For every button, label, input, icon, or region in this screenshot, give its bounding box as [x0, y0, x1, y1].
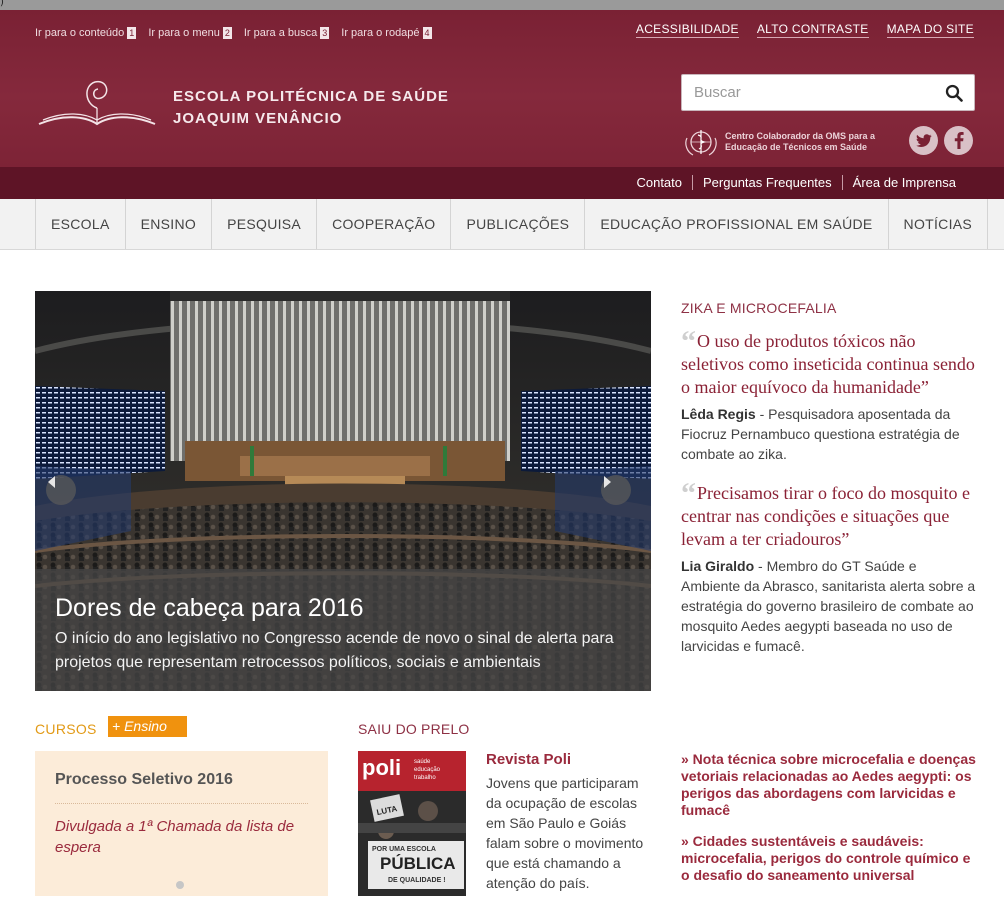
secondary-bar: Contato Perguntas Frequentes Área de Imp…	[0, 167, 1004, 199]
open-book-logo-icon	[38, 80, 156, 126]
quote-text[interactable]: “Precisamos tirar o foco do mosquito e c…	[681, 479, 976, 551]
main-navigation: ESCOLA ENSINO PESQUISA COOPERAÇÃO PUBLIC…	[0, 199, 1004, 250]
utility-links: ACESSIBILIDADE ALTO CONTRASTE MAPA DO SI…	[635, 22, 974, 38]
carousel-dot[interactable]	[176, 881, 184, 889]
who-line1: Centro Colaborador da OMS para a	[725, 131, 876, 141]
revista-poli-teaser: Revista Poli Jovens que participaram da …	[486, 751, 656, 893]
section-label-cursos: CURSOS	[35, 721, 97, 737]
facebook-button[interactable]	[944, 126, 973, 155]
quote-body: O uso de produtos tóxicos não seletivos …	[681, 331, 975, 397]
facebook-icon	[954, 132, 964, 149]
nav-item-publicacoes[interactable]: PUBLICAÇÕES	[451, 199, 586, 249]
search-icon	[945, 84, 963, 102]
contact-link[interactable]: Contato	[626, 175, 692, 190]
nav-item-cooperacao[interactable]: COOPERAÇÃO	[317, 199, 452, 249]
faq-link[interactable]: Perguntas Frequentes	[692, 175, 842, 190]
strip-glyph: )	[0, 0, 4, 8]
press-area-link[interactable]: Área de Imprensa	[841, 175, 966, 190]
quote-text[interactable]: “O uso de produtos tóxicos não seletivos…	[681, 327, 976, 399]
search-button[interactable]	[934, 75, 974, 110]
section-label-prelo: SAIU DO PRELO	[358, 721, 470, 737]
browser-top-strip: )	[0, 0, 1004, 10]
cover-side3: trabalho	[414, 775, 436, 781]
chevron-left-icon	[48, 476, 55, 488]
accesskey-badge: 3	[320, 27, 330, 39]
school-logo[interactable]	[35, 78, 159, 130]
cover-banner-line1: POR UMA ESCOLA	[372, 846, 436, 853]
who-collaborating-centre[interactable]: Centro Colaborador da OMS para a Educaçã…	[683, 126, 875, 158]
nav-item-escola[interactable]: ESCOLA	[35, 199, 126, 249]
skip-link-label: Ir para o menu	[148, 27, 220, 39]
slide-caption[interactable]: Dores de cabeça para 2016 O início do an…	[35, 569, 651, 691]
search-input[interactable]	[682, 75, 934, 110]
nav-item-noticias[interactable]: NOTÍCIAS	[889, 199, 989, 249]
nav-item-ensino[interactable]: ENSINO	[126, 199, 213, 249]
featured-slider[interactable]: Dores de cabeça para 2016 O início do an…	[35, 291, 651, 691]
quote-author: Lia Giraldo	[681, 558, 755, 574]
revista-poli-cover[interactable]: poli saúde educação trabalho LUTA POR UM…	[358, 751, 466, 896]
high-contrast-link[interactable]: ALTO CONTRASTE	[756, 22, 869, 38]
site-name-line2: JOAQUIM VENÂNCIO	[173, 110, 343, 127]
cover-brand: poli	[362, 755, 401, 780]
social-links	[909, 126, 973, 155]
slider-prev-button[interactable]	[46, 475, 76, 505]
skip-link-label: Ir para a busca	[243, 27, 318, 39]
section-label-zika[interactable]: ZIKA E MICROCEFALIA	[681, 300, 976, 316]
skip-link-content[interactable]: Ir para o conteúdo 1	[35, 27, 137, 39]
revista-text: Jovens que participaram da ocupação de e…	[486, 775, 644, 891]
revista-title[interactable]: Revista Poli	[486, 751, 656, 768]
cover-banner-line2: PÚBLICA	[380, 854, 456, 873]
sitemap-link[interactable]: MAPA DO SITE	[886, 22, 974, 38]
skip-link-label: Ir para o rodapé	[341, 27, 420, 39]
zika-section: ZIKA E MICROCEFALIA “O uso de produtos t…	[681, 300, 976, 674]
search-box	[681, 74, 975, 111]
course-title[interactable]: Processo Seletivo 2016	[55, 771, 308, 804]
skip-link-menu[interactable]: Ir para o menu 2	[148, 27, 232, 39]
skip-links: Ir para o conteúdo 1 Ir para o menu 2 Ir p…	[35, 27, 444, 39]
nav-item-educacao-profissional[interactable]: EDUCAÇÃO PROFISSIONAL EM SAÚDE	[585, 199, 889, 249]
accesskey-badge: 1	[127, 27, 137, 39]
magazine-cover-image: poli saúde educação trabalho LUTA POR UM…	[358, 751, 466, 896]
site-name[interactable]: ESCOLA POLITÉCNICA DE SAÚDE JOAQUIM VENÂ…	[173, 86, 449, 130]
twitter-button[interactable]	[909, 126, 938, 155]
news-links: » Nota técnica sobre microcefalia e doen…	[681, 751, 976, 898]
courses-box: Processo Seletivo 2016 Divulgada a 1ª Ch…	[35, 751, 328, 896]
slider-next-button[interactable]	[601, 475, 631, 505]
secondary-links: Contato Perguntas Frequentes Área de Imp…	[626, 175, 966, 190]
accesskey-badge: 2	[222, 27, 232, 39]
more-ensino-button[interactable]: + Ensino	[108, 716, 187, 737]
who-line2: Educação de Técnicos em Saúde	[725, 142, 868, 152]
accessibility-link[interactable]: ACESSIBILIDADE	[635, 22, 739, 38]
slide-text: O início do ano legislativo no Congresso…	[55, 630, 614, 671]
course-link[interactable]: Divulgada a 1ª Chamada da lista de esper…	[55, 816, 308, 858]
cover-banner-line3: DE QUALIDADE !	[388, 877, 446, 884]
skip-link-footer[interactable]: Ir para o rodapé 4	[341, 27, 432, 39]
cover-side1: saúde	[414, 759, 431, 765]
quote-attribution: Lêda Regis - Pesquisadora aposentada da …	[681, 404, 976, 464]
quote-block: “Precisamos tirar o foco do mosquito e c…	[681, 479, 976, 656]
news-link-item[interactable]: » Cidades sustentáveis e saudáveis: micr…	[681, 833, 976, 884]
site-header: Ir para o conteúdo 1 Ir para o menu 2 Ir p…	[0, 10, 1004, 167]
who-emblem-icon	[685, 130, 717, 156]
twitter-icon	[915, 133, 931, 147]
site-name-line1: ESCOLA POLITÉCNICA DE SAÚDE	[173, 88, 449, 105]
skip-link-search[interactable]: Ir para a busca 3	[243, 27, 330, 39]
chevron-right-icon	[604, 476, 611, 488]
cover-side2: educação	[414, 767, 441, 773]
slide-title: Dores de cabeça para 2016	[55, 594, 364, 622]
nav-item-pesquisa[interactable]: PESQUISA	[212, 199, 318, 249]
quote-attribution: Lia Giraldo - Membro do GT Saúde e Ambie…	[681, 556, 976, 656]
news-link-item[interactable]: » Nota técnica sobre microcefalia e doen…	[681, 751, 976, 819]
quote-body: Precisamos tirar o foco do mosquito e ce…	[681, 483, 970, 549]
quote-block: “O uso de produtos tóxicos não seletivos…	[681, 327, 976, 464]
skip-link-label: Ir para o conteúdo	[35, 27, 125, 39]
quote-author: Lêda Regis	[681, 406, 756, 422]
accesskey-badge: 4	[422, 27, 432, 39]
